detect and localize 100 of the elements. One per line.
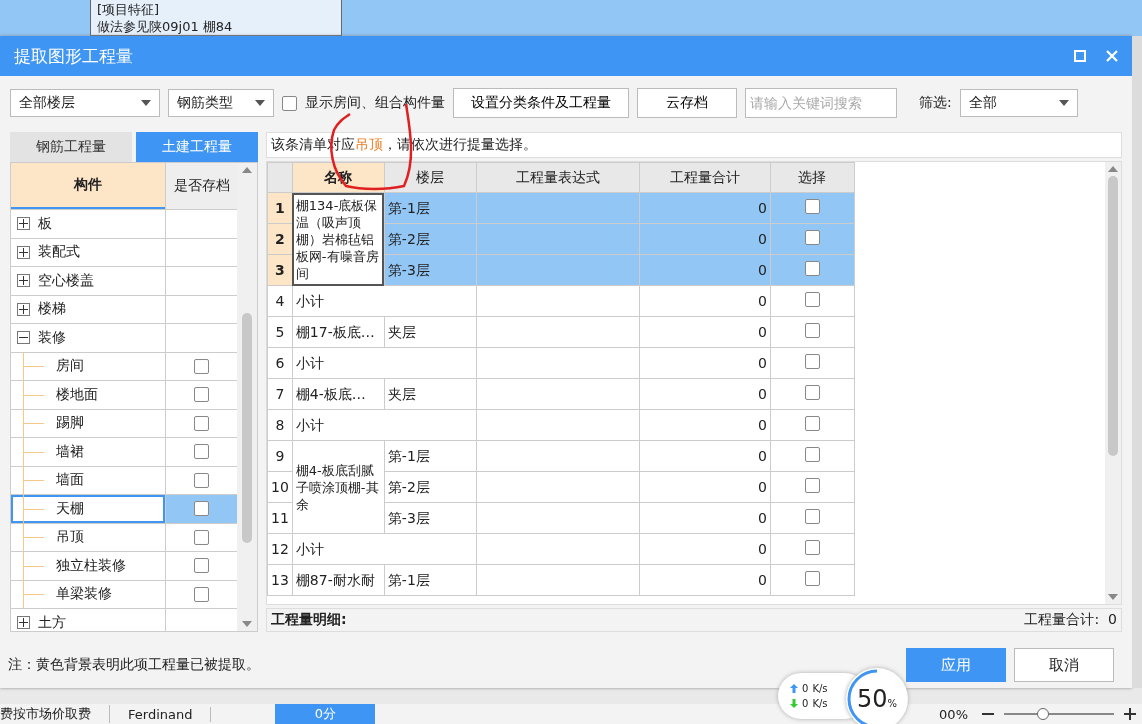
row-number: 10: [267, 471, 293, 503]
table-cell: 第-3层: [384, 254, 477, 286]
zoom-slider[interactable]: [1004, 707, 1114, 721]
expand-icon[interactable]: [17, 616, 30, 630]
table-cell: 第-3层: [384, 502, 477, 534]
scroll-down-icon[interactable]: [1108, 594, 1118, 600]
checkbox[interactable]: [804, 198, 820, 214]
collapse-icon[interactable]: [17, 331, 30, 345]
checkbox[interactable]: [194, 387, 209, 403]
table-cell: 第-1层: [384, 192, 477, 224]
status-text: Ferdinand: [110, 706, 212, 722]
scroll-down-icon[interactable]: [242, 621, 252, 627]
scrollbar[interactable]: [237, 163, 257, 631]
filter-dropdown[interactable]: 全部: [959, 89, 1078, 117]
tree-item[interactable]: 装配式: [11, 238, 165, 266]
row-number: 7: [267, 378, 293, 410]
tree-item[interactable]: 墙面: [11, 466, 165, 494]
checkbox[interactable]: [804, 477, 820, 493]
scrollbar[interactable]: [1105, 162, 1121, 604]
table-cell: 棚17-板底…: [292, 316, 385, 348]
search-field[interactable]: 请输入关键词搜索: [745, 88, 897, 118]
zoom-in-icon[interactable]: [1124, 708, 1136, 720]
checkbox[interactable]: [194, 501, 209, 517]
table-cell: 0: [639, 409, 771, 441]
checkbox[interactable]: [804, 415, 820, 431]
expand-icon[interactable]: [17, 217, 30, 231]
tree-item[interactable]: 独立柱装修: [11, 552, 165, 580]
checkbox[interactable]: [194, 415, 209, 431]
checkbox[interactable]: [194, 358, 209, 374]
tree-item[interactable]: 单梁装修: [11, 580, 165, 608]
checkbox[interactable]: [804, 570, 820, 586]
checkbox[interactable]: [194, 558, 209, 574]
rebar-type-dropdown[interactable]: 钢筋类型: [168, 89, 274, 117]
table-cell: 夹层: [384, 316, 477, 348]
tab[interactable]: 钢筋工程量: [10, 132, 132, 162]
checkbox[interactable]: [194, 444, 209, 460]
table-cell: 0: [639, 471, 771, 503]
checkbox[interactable]: [194, 472, 209, 488]
table-cell: 0: [639, 254, 771, 286]
checkbox[interactable]: [804, 384, 820, 400]
close-icon[interactable]: [1106, 50, 1118, 62]
tree-item[interactable]: 土方: [11, 609, 165, 631]
table-cell: 0: [639, 502, 771, 534]
expand-icon[interactable]: [17, 274, 30, 288]
download-speed: 0: [802, 697, 809, 711]
maximize-icon[interactable]: [1074, 50, 1086, 62]
tree-item[interactable]: 天棚: [11, 495, 165, 523]
slider-thumb[interactable]: [1036, 708, 1049, 720]
table-cell: 0: [639, 533, 771, 565]
checkbox[interactable]: [194, 586, 209, 602]
tree-item[interactable]: 踢脚: [11, 409, 165, 437]
checkbox[interactable]: [804, 508, 820, 524]
checkbox[interactable]: [804, 446, 820, 462]
tree-item[interactable]: 板: [11, 210, 165, 238]
table-cell: 0: [639, 192, 771, 224]
table-cell: 第-1层: [384, 564, 477, 596]
checkbox[interactable]: [804, 291, 820, 307]
table-cell: 0: [639, 316, 771, 348]
table-cell: 棚4-板底刮腻子喷涂顶棚-其余: [292, 440, 385, 534]
tree-item[interactable]: 楼梯: [11, 295, 165, 323]
tree-item[interactable]: 房间: [11, 352, 165, 380]
tree-item[interactable]: 装修: [11, 324, 165, 352]
down-arrow-icon: [790, 699, 798, 708]
expand-icon[interactable]: [17, 245, 30, 259]
floor-dropdown[interactable]: 全部楼层: [10, 89, 160, 117]
row-number: 1: [267, 192, 293, 224]
scroll-up-icon[interactable]: [1108, 166, 1118, 172]
cancel-button[interactable]: 取消: [1014, 648, 1114, 682]
checkbox[interactable]: [194, 529, 209, 545]
table-cell: 小计: [292, 533, 477, 565]
expand-icon[interactable]: [17, 302, 30, 316]
tree-item[interactable]: 墙裙: [11, 438, 165, 466]
checkbox[interactable]: [804, 322, 820, 338]
tree-item[interactable]: 楼地面: [11, 381, 165, 409]
column-header: 工程量合计: [639, 162, 771, 193]
table-cell: 夹层: [384, 378, 477, 410]
table-cell: 小计: [292, 285, 477, 317]
caret-icon: [1058, 100, 1069, 106]
row-number: 13: [267, 564, 293, 596]
checkbox[interactable]: [804, 539, 820, 555]
table-cell: 小计: [292, 347, 477, 379]
checkbox[interactable]: [804, 229, 820, 245]
table-cell: 0: [639, 564, 771, 596]
total-text: 工程量合计: 0: [1024, 611, 1117, 629]
column-header: 构件: [11, 163, 165, 209]
tree-item[interactable]: 空心楼盖: [11, 267, 165, 295]
checkbox[interactable]: [804, 260, 820, 276]
scroll-up-icon[interactable]: [242, 167, 252, 173]
checkbox[interactable]: [804, 353, 820, 369]
tree-item[interactable]: 吊顶: [11, 523, 165, 551]
table-cell: 0: [639, 285, 771, 317]
row-number: 12: [267, 533, 293, 565]
checkbox[interactable]: [282, 95, 297, 111]
cloud-archive-button[interactable]: 云存档: [637, 88, 737, 118]
window-title: 提取图形工程量: [14, 44, 134, 68]
scroll-thumb[interactable]: [1108, 176, 1118, 456]
scroll-thumb[interactable]: [242, 313, 252, 543]
table-cell: 0: [639, 223, 771, 255]
settings-button[interactable]: 设置分类条件及工程量: [453, 88, 629, 118]
filter-label: 筛选:: [919, 94, 952, 112]
